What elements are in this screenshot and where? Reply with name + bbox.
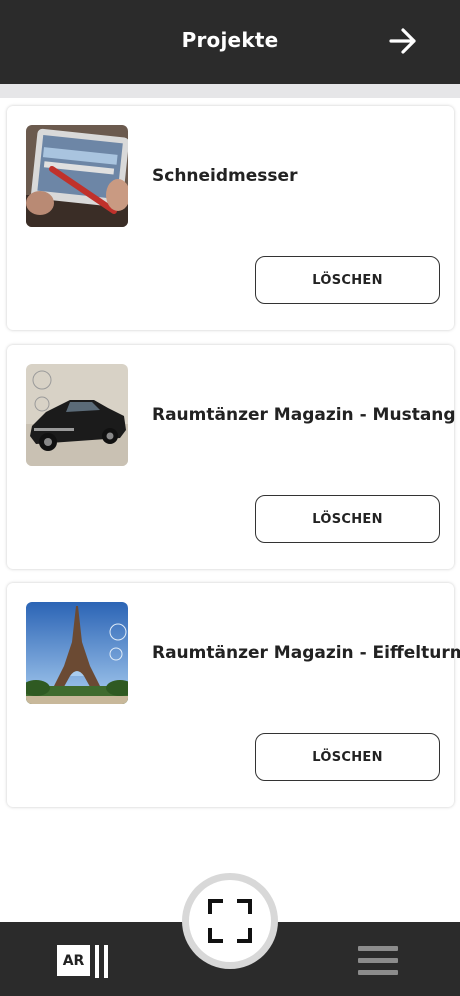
project-card[interactable]: Raumtänzer Magazin - Mustang LÖSCHEN: [7, 345, 456, 569]
project-thumbnail: [26, 364, 128, 466]
hamburger-menu-icon[interactable]: [358, 946, 398, 976]
scan-button[interactable]: [182, 873, 278, 969]
project-card[interactable]: Schneidmesser LÖSCHEN: [7, 106, 454, 330]
arrow-right-icon[interactable]: [388, 26, 418, 56]
header-divider: [0, 84, 460, 98]
scan-button-inner: [189, 880, 271, 962]
project-thumbnail: [26, 125, 128, 227]
project-thumbnail: [26, 602, 128, 704]
project-title: Raumtänzer Magazin - Mustang: [152, 405, 456, 425]
ar-logo-bar: [104, 945, 108, 978]
ar-logo-text: AR: [57, 945, 90, 976]
delete-button[interactable]: LÖSCHEN: [255, 733, 440, 781]
project-title: Schneidmesser: [152, 166, 298, 186]
top-bar: Projekte: [0, 0, 460, 84]
ar-logo[interactable]: AR: [57, 943, 113, 979]
delete-button[interactable]: LÖSCHEN: [255, 495, 440, 543]
scan-frame-icon: [208, 899, 252, 943]
delete-button[interactable]: LÖSCHEN: [255, 256, 440, 304]
ar-logo-bar: [95, 945, 99, 978]
project-title: Raumtänzer Magazin - Eiffelturm: [152, 643, 460, 663]
project-card[interactable]: Raumtänzer Magazin - Eiffelturm LÖSCHEN: [7, 583, 460, 807]
